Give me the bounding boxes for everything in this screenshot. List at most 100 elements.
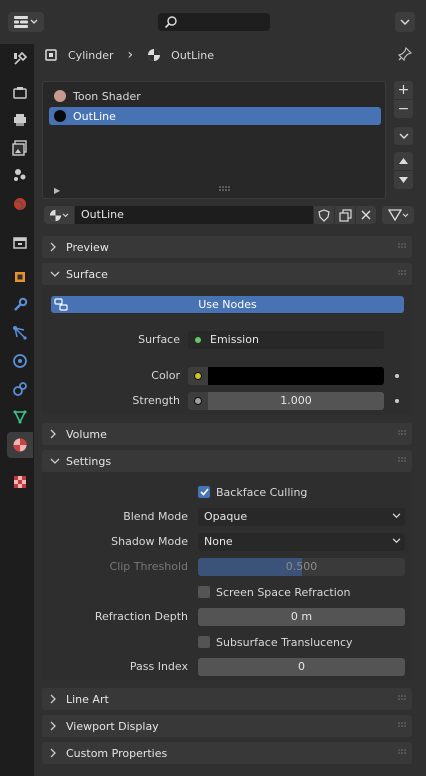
blend-mode-value: Opaque xyxy=(204,510,248,523)
tab-scene[interactable] xyxy=(7,162,33,188)
backface-culling-checkbox[interactable]: Backface Culling xyxy=(198,484,307,500)
strength-socket-button[interactable] xyxy=(188,392,208,410)
browse-material-button[interactable] xyxy=(44,206,74,224)
color-label: Color xyxy=(151,369,180,382)
panel-title: Line Art xyxy=(66,692,109,706)
panel-settings[interactable]: Settings xyxy=(42,450,412,472)
drag-handle-icon[interactable] xyxy=(398,722,408,729)
duplicate-icon xyxy=(338,208,352,222)
panel-line-art[interactable]: Line Art xyxy=(42,688,412,710)
drag-handle-icon[interactable] xyxy=(398,243,408,250)
fake-user-button[interactable] xyxy=(314,206,334,224)
panel-volume[interactable]: Volume xyxy=(42,423,412,445)
unlink-material-button[interactable] xyxy=(356,206,376,224)
subsurface-translucency-checkbox[interactable]: Subsurface Translucency xyxy=(198,634,353,650)
remove-slot-button[interactable]: − xyxy=(394,100,413,118)
panel-preview[interactable]: Preview xyxy=(42,236,412,258)
list-item[interactable]: Toon Shader xyxy=(49,87,381,105)
blend-mode-label: Blend Mode xyxy=(123,510,188,523)
breadcrumb-object[interactable]: Cylinder xyxy=(68,49,114,62)
resize-grip-icon[interactable] xyxy=(219,186,231,192)
breadcrumb-separator: › xyxy=(127,47,134,63)
panel-custom-properties[interactable]: Custom Properties xyxy=(42,742,412,764)
tab-render[interactable] xyxy=(7,80,33,106)
shadow-mode-dropdown[interactable]: None xyxy=(198,533,405,551)
drag-handle-icon[interactable] xyxy=(398,695,408,702)
drag-handle-icon[interactable] xyxy=(398,457,408,464)
link-type-dropdown[interactable] xyxy=(382,206,414,224)
list-item[interactable]: OutLine xyxy=(49,107,381,125)
chevron-down-icon xyxy=(30,19,38,24)
material-name-field[interactable]: OutLine xyxy=(75,206,313,224)
tab-modifiers[interactable] xyxy=(7,292,33,318)
tab-collection[interactable] xyxy=(7,230,33,256)
blend-mode-dropdown[interactable]: Opaque xyxy=(198,508,405,526)
tab-texture[interactable] xyxy=(7,469,33,495)
panel-title: Custom Properties xyxy=(66,746,168,760)
triangle-down-icon xyxy=(399,177,408,183)
strength-label: Strength xyxy=(132,394,180,407)
tab-view-layer[interactable] xyxy=(7,135,33,161)
shadow-mode-label: Shadow Mode xyxy=(111,535,188,548)
close-icon xyxy=(361,210,371,220)
triangle-up-icon xyxy=(399,158,408,164)
clip-threshold-label: Clip Threshold xyxy=(109,560,188,573)
editor-type-button[interactable] xyxy=(8,12,44,32)
drag-handle-icon[interactable] xyxy=(398,270,408,277)
duplicate-material-button[interactable] xyxy=(335,206,355,224)
filter-toggle-icon[interactable]: ▶ xyxy=(54,186,60,195)
material-icon xyxy=(13,438,27,452)
keyframe-dot-icon[interactable] xyxy=(395,374,399,378)
use-nodes-button[interactable]: Use Nodes xyxy=(51,296,404,313)
strength-field[interactable]: 1.000 xyxy=(208,392,384,410)
value-socket-icon xyxy=(194,397,202,405)
surface-value: Emission xyxy=(210,333,259,346)
add-slot-button[interactable]: + xyxy=(394,81,413,99)
refraction-depth-field[interactable]: 0 m xyxy=(198,608,405,626)
subsurface-label: Subsurface Translucency xyxy=(216,635,353,649)
tab-output[interactable] xyxy=(7,107,33,133)
panel-title: Settings xyxy=(66,454,112,468)
backface-culling-label: Backface Culling xyxy=(216,485,308,499)
tab-constraints[interactable] xyxy=(7,376,33,402)
settings-panel-body: Backface Culling Blend Mode Opaque Shado… xyxy=(42,472,412,680)
search-input[interactable] xyxy=(158,13,270,31)
tab-physics[interactable] xyxy=(7,348,33,374)
tab-material[interactable] xyxy=(7,432,33,458)
chevron-down-icon xyxy=(62,212,69,217)
move-up-button[interactable] xyxy=(394,152,413,170)
collection-icon xyxy=(13,237,27,249)
minus-icon: − xyxy=(397,101,410,117)
object-icon xyxy=(15,272,25,282)
move-down-button[interactable] xyxy=(394,171,413,189)
physics-icon xyxy=(13,354,27,368)
properties-tab-strip xyxy=(0,44,34,776)
breadcrumb-material[interactable]: OutLine xyxy=(171,49,214,62)
pin-button[interactable] xyxy=(397,46,413,64)
surface-shader-field[interactable]: Emission xyxy=(188,331,384,349)
tab-data[interactable] xyxy=(7,404,33,430)
color-socket-icon xyxy=(194,372,202,380)
tab-tool[interactable] xyxy=(7,46,33,72)
chevron-down-icon xyxy=(50,271,62,278)
options-dropdown[interactable] xyxy=(395,12,415,32)
properties-editor-icon xyxy=(14,16,28,28)
mesh-link-icon xyxy=(387,209,402,221)
keyframe-dot-icon[interactable] xyxy=(395,399,399,403)
screen-space-refraction-checkbox[interactable]: Screen Space Refraction xyxy=(198,584,351,600)
tab-world[interactable] xyxy=(7,191,33,217)
object-data-icon xyxy=(45,49,57,61)
slot-specials-button[interactable] xyxy=(394,127,413,145)
texture-icon xyxy=(14,476,26,488)
panel-surface[interactable]: Surface xyxy=(42,263,412,285)
clip-threshold-slider[interactable]: 0.500 xyxy=(198,558,405,576)
color-socket-button[interactable] xyxy=(188,367,208,385)
pass-index-field[interactable]: 0 xyxy=(198,658,405,676)
tab-particles[interactable] xyxy=(7,320,33,346)
drag-handle-icon[interactable] xyxy=(398,430,408,437)
panel-viewport-display[interactable]: Viewport Display xyxy=(42,715,412,737)
tab-object[interactable] xyxy=(7,264,33,290)
drag-handle-icon[interactable] xyxy=(398,749,408,756)
plus-icon: + xyxy=(397,82,410,98)
color-swatch[interactable] xyxy=(208,367,384,385)
